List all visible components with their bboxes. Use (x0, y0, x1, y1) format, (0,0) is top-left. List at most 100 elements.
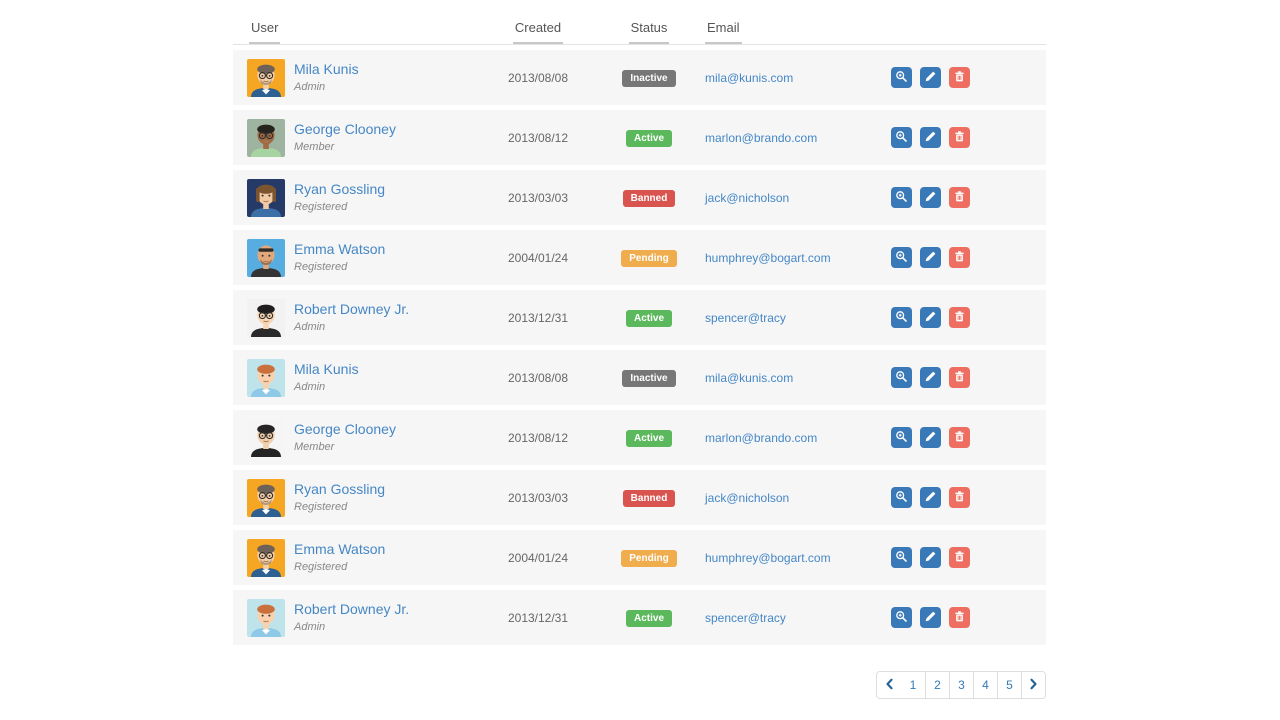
view-button[interactable] (891, 607, 912, 628)
user-name-link[interactable]: Robert Downey Jr. (294, 301, 409, 317)
avatar (247, 59, 285, 97)
page-button-2[interactable]: 2 (925, 672, 949, 698)
table-row: Emma Watson Registered 2004/01/24 Pendin… (233, 230, 1046, 285)
user-name-link[interactable]: Mila Kunis (294, 361, 359, 377)
view-button[interactable] (891, 67, 912, 88)
status-badge: Inactive (622, 70, 675, 87)
delete-button[interactable] (949, 67, 970, 88)
edit-button[interactable] (920, 607, 941, 628)
page-button-5[interactable]: 5 (997, 672, 1021, 698)
table-row: George Clooney Member 2013/08/12 Active … (233, 110, 1046, 165)
user-name-link[interactable]: Ryan Gossling (294, 481, 385, 497)
edit-button[interactable] (920, 427, 941, 448)
email-cell: mila@kunis.com (695, 69, 885, 87)
table-row: Ryan Gossling Registered 2013/03/03 Bann… (233, 170, 1046, 225)
user-name-link[interactable]: George Clooney (294, 421, 396, 437)
user-info: Mila Kunis Admin (294, 61, 359, 95)
delete-button[interactable] (949, 247, 970, 268)
page-button-3[interactable]: 3 (949, 672, 973, 698)
pencil-icon (924, 190, 937, 206)
status-cell: Inactive (603, 68, 695, 87)
created-cell: 2013/03/03 (473, 191, 603, 205)
edit-button[interactable] (920, 547, 941, 568)
email-link[interactable]: mila@kunis.com (705, 71, 793, 85)
delete-button[interactable] (949, 607, 970, 628)
edit-button[interactable] (920, 127, 941, 148)
column-header-status-label[interactable]: Status (629, 20, 670, 44)
view-button[interactable] (891, 427, 912, 448)
zoom-in-icon (895, 490, 908, 506)
actions-cell (885, 67, 1046, 88)
created-cell: 2013/08/08 (473, 71, 603, 85)
view-button[interactable] (891, 187, 912, 208)
trash-icon (953, 610, 966, 626)
user-role: Registered (294, 261, 347, 273)
email-cell: humphrey@bogart.com (695, 249, 885, 267)
user-cell: George Clooney Member (233, 419, 473, 457)
pencil-icon (924, 550, 937, 566)
table-body: Mila Kunis Admin 2013/08/08 Inactive mil… (233, 50, 1046, 645)
user-name-link[interactable]: Emma Watson (294, 241, 385, 257)
view-button[interactable] (891, 127, 912, 148)
page-numbers: 12345 (901, 672, 1021, 698)
user-name-link[interactable]: Mila Kunis (294, 61, 359, 77)
avatar (247, 419, 285, 457)
column-header-created-label[interactable]: Created (513, 20, 563, 44)
edit-button[interactable] (920, 487, 941, 508)
edit-button[interactable] (920, 307, 941, 328)
delete-button[interactable] (949, 187, 970, 208)
page-button-1[interactable]: 1 (901, 672, 925, 698)
column-header-created: Created (473, 20, 603, 44)
delete-button[interactable] (949, 367, 970, 388)
view-button[interactable] (891, 307, 912, 328)
view-button[interactable] (891, 247, 912, 268)
delete-button[interactable] (949, 307, 970, 328)
created-cell: 2013/12/31 (473, 311, 603, 325)
trash-icon (953, 130, 966, 146)
user-cell: Robert Downey Jr. Admin (233, 599, 473, 637)
view-button[interactable] (891, 547, 912, 568)
user-cell: Robert Downey Jr. Admin (233, 299, 473, 337)
edit-button[interactable] (920, 67, 941, 88)
column-header-email-label[interactable]: Email (705, 20, 742, 44)
email-cell: spencer@tracy (695, 609, 885, 627)
user-name-link[interactable]: George Clooney (294, 121, 396, 137)
status-badge: Pending (621, 550, 676, 567)
email-link[interactable]: mila@kunis.com (705, 371, 793, 385)
delete-button[interactable] (949, 127, 970, 148)
delete-button[interactable] (949, 427, 970, 448)
email-link[interactable]: spencer@tracy (705, 311, 786, 325)
created-cell: 2013/08/12 (473, 431, 603, 445)
edit-button[interactable] (920, 247, 941, 268)
actions-cell (885, 487, 1046, 508)
email-link[interactable]: spencer@tracy (705, 611, 786, 625)
user-name-link[interactable]: Robert Downey Jr. (294, 601, 409, 617)
avatar (247, 299, 285, 337)
user-name-link[interactable]: Ryan Gossling (294, 181, 385, 197)
table-row: Robert Downey Jr. Admin 2013/12/31 Activ… (233, 590, 1046, 645)
status-cell: Inactive (603, 368, 695, 387)
email-link[interactable]: jack@nicholson (705, 191, 789, 205)
user-cell: Mila Kunis Admin (233, 59, 473, 97)
next-page-button[interactable] (1021, 672, 1045, 698)
email-link[interactable]: jack@nicholson (705, 491, 789, 505)
table-header: User Created Status Email (233, 16, 1046, 45)
email-link[interactable]: marlon@brando.com (705, 431, 817, 445)
email-link[interactable]: humphrey@bogart.com (705, 251, 831, 265)
user-name-link[interactable]: Emma Watson (294, 541, 385, 557)
user-info: Ryan Gossling Registered (294, 481, 385, 515)
page-button-4[interactable]: 4 (973, 672, 997, 698)
chevron-right-icon (1029, 678, 1038, 693)
email-link[interactable]: humphrey@bogart.com (705, 551, 831, 565)
view-button[interactable] (891, 487, 912, 508)
user-info: George Clooney Member (294, 121, 396, 155)
delete-button[interactable] (949, 547, 970, 568)
email-link[interactable]: marlon@brando.com (705, 131, 817, 145)
previous-page-button[interactable] (877, 672, 901, 698)
column-header-user-label[interactable]: User (249, 20, 280, 44)
view-button[interactable] (891, 367, 912, 388)
delete-button[interactable] (949, 487, 970, 508)
edit-button[interactable] (920, 367, 941, 388)
status-cell: Active (603, 128, 695, 147)
edit-button[interactable] (920, 187, 941, 208)
